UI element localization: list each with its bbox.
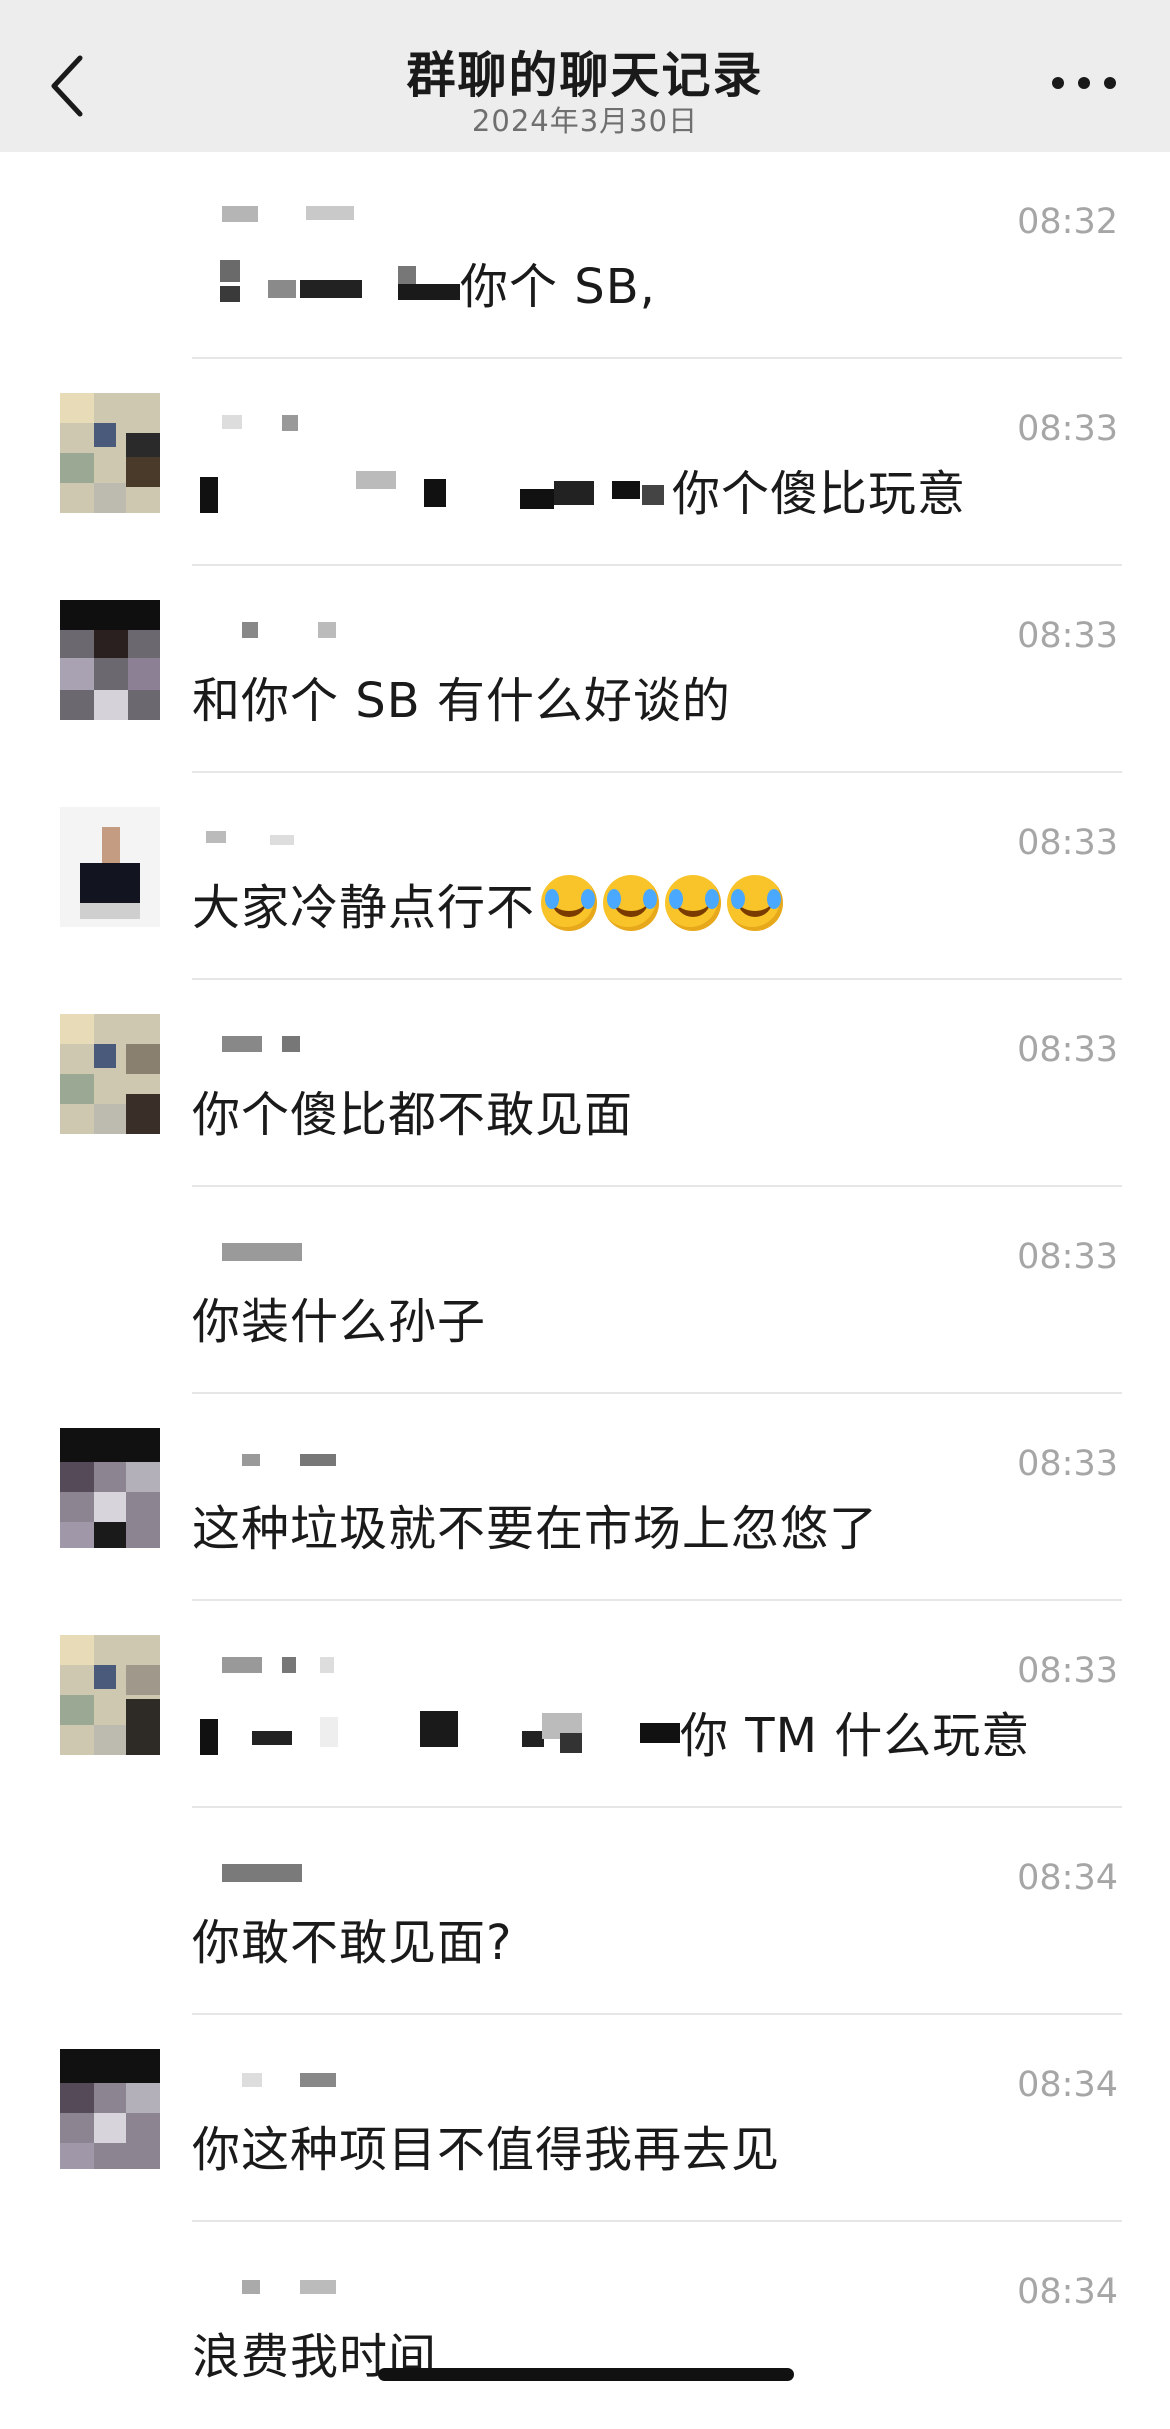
- message-text: 你装什么孙子: [192, 1294, 487, 1350]
- avatar[interactable]: [60, 1635, 160, 1755]
- avatar[interactable]: [60, 807, 160, 927]
- message-time: 08:33: [1017, 1651, 1118, 1691]
- message-row[interactable]: 08:33 你个傻比玩意: [0, 359, 1170, 566]
- message-row[interactable]: 08:34 你敢不敢见面?: [0, 1808, 1170, 2015]
- message-row[interactable]: 08:33 你装什么孙子: [0, 1187, 1170, 1394]
- message-text: 你个傻比都不敢见面: [192, 1087, 634, 1143]
- message-row[interactable]: 08:34 浪费我时间: [0, 2222, 1170, 2429]
- message-time: 08:32: [1017, 202, 1118, 242]
- message-time: 08:33: [1017, 1444, 1118, 1484]
- message-row[interactable]: 08:34 你这种项目不值得我再去见: [0, 2015, 1170, 2222]
- message-text: 和你个 SB 有什么好谈的: [192, 673, 731, 729]
- sender-name-redacted: [196, 1649, 456, 1679]
- sender-name-redacted: [196, 2270, 456, 2300]
- sender-name-redacted: [196, 407, 456, 437]
- message-text: 你个傻比玩意: [672, 466, 967, 522]
- message-body: 你个 SB,: [192, 250, 1110, 315]
- message-row[interactable]: 08:32 你个 SB,: [0, 152, 1170, 359]
- message-text: 你这种项目不值得我再去见: [192, 2122, 781, 2178]
- face-with-tears-of-joy-icon: [727, 875, 784, 931]
- message-row[interactable]: 08:33 你个傻比都不敢见面: [0, 980, 1170, 1187]
- message-text: 你个 SB,: [460, 259, 656, 315]
- message-time: 08:34: [1017, 2065, 1118, 2105]
- redacted-mention: [192, 459, 672, 519]
- sender-name-redacted: [196, 1856, 456, 1886]
- message-text: 这种垃圾就不要在市场上忽悠了: [192, 1501, 879, 1557]
- avatar[interactable]: [60, 1428, 160, 1548]
- message-time: 08:33: [1017, 616, 1118, 656]
- message-time: 08:33: [1017, 823, 1118, 863]
- redacted-mention: [192, 252, 460, 312]
- message-row[interactable]: 08:33 这种垃圾就不要在市场上忽悠了: [0, 1394, 1170, 1601]
- message-row[interactable]: 08:33 你 TM 什么玩意: [0, 1601, 1170, 1808]
- message-time: 08:34: [1017, 1858, 1118, 1898]
- message-body: 这种垃圾就不要在市场上忽悠了: [192, 1492, 1110, 1557]
- sender-name-redacted: [196, 1235, 456, 1265]
- message-body: 你个傻比玩意: [192, 457, 1110, 522]
- sender-name-redacted: [196, 1028, 456, 1058]
- message-body: 你这种项目不值得我再去见: [192, 2113, 1110, 2178]
- message-list: 08:32 你个 SB, 08:33 你个傻比玩意 08:33 和你个 SB 有…: [0, 152, 1170, 2429]
- message-time: 08:33: [1017, 409, 1118, 449]
- avatar[interactable]: [60, 600, 160, 720]
- message-time: 08:33: [1017, 1237, 1118, 1277]
- message-text: 大家冷静点行不: [192, 880, 536, 936]
- page-subtitle-date: 2024年3月30日: [471, 104, 699, 138]
- nav-bar: 群聊的聊天记录 2024年3月30日: [0, 0, 1170, 152]
- sender-name-redacted: [196, 821, 456, 851]
- message-text: 你 TM 什么玩意: [680, 1708, 1031, 1764]
- sender-name-redacted: [196, 200, 456, 230]
- message-body: 你个傻比都不敢见面: [192, 1078, 1110, 1143]
- home-indicator[interactable]: [378, 2368, 794, 2381]
- message-row[interactable]: 08:33 大家冷静点行不: [0, 773, 1170, 980]
- avatar[interactable]: [60, 1014, 160, 1134]
- sender-name-redacted: [196, 2063, 456, 2093]
- face-with-tears-of-joy-icon: [541, 875, 598, 931]
- message-time: 08:34: [1017, 2272, 1118, 2312]
- message-body: 你 TM 什么玩意: [192, 1699, 1110, 1764]
- face-with-tears-of-joy-icon: [603, 875, 660, 931]
- page-title: 群聊的聊天记录: [406, 47, 764, 104]
- message-body: 你装什么孙子: [192, 1285, 1110, 1350]
- face-with-tears-of-joy-icon: [665, 875, 722, 931]
- more-horizontal-icon[interactable]: [1052, 72, 1116, 94]
- message-row[interactable]: 08:33 和你个 SB 有什么好谈的: [0, 566, 1170, 773]
- message-time: 08:33: [1017, 1030, 1118, 1070]
- message-body: 大家冷静点行不: [192, 871, 1110, 936]
- sender-name-redacted: [196, 1442, 456, 1472]
- redacted-mention: [192, 1701, 680, 1761]
- message-body: 你敢不敢见面?: [192, 1906, 1110, 1971]
- sender-name-redacted: [196, 614, 456, 644]
- message-body: 和你个 SB 有什么好谈的: [192, 664, 1110, 729]
- avatar[interactable]: [60, 393, 160, 513]
- avatar[interactable]: [60, 2049, 160, 2169]
- message-text: 你敢不敢见面?: [192, 1915, 513, 1971]
